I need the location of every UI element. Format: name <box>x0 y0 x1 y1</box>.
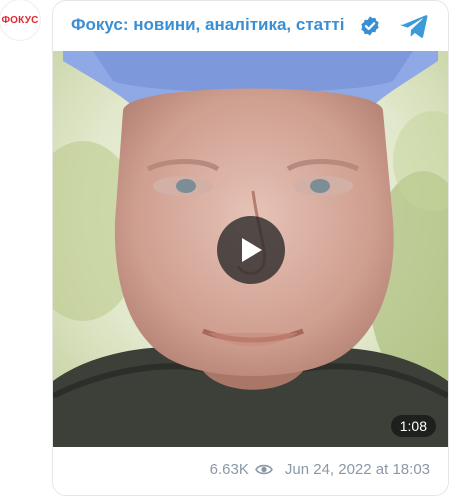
video-duration-badge: 1:08 <box>390 415 436 437</box>
post-header: Фокус: новини, аналітика, статті <box>53 1 448 51</box>
avatar-logo-text: ФОКУС <box>1 14 39 26</box>
post-card: Фокус: новини, аналітика, статті 1:08 6.… <box>52 0 449 496</box>
verified-icon <box>361 16 379 36</box>
telegram-icon[interactable] <box>400 13 428 39</box>
eye-icon <box>254 464 273 475</box>
post-meta: 6.63K Jun 24, 2022 at 18:03 <box>210 461 430 478</box>
channel-title[interactable]: Фокус: новини, аналітика, статті <box>71 15 345 35</box>
channel-avatar[interactable]: ФОКУС <box>0 0 40 40</box>
play-icon <box>242 238 262 262</box>
views-count: 6.63K <box>209 461 249 478</box>
play-button[interactable] <box>217 216 285 284</box>
post-date[interactable]: Jun 24, 2022 at 18:03 <box>285 461 430 478</box>
video-player[interactable]: 1:08 <box>53 51 448 447</box>
